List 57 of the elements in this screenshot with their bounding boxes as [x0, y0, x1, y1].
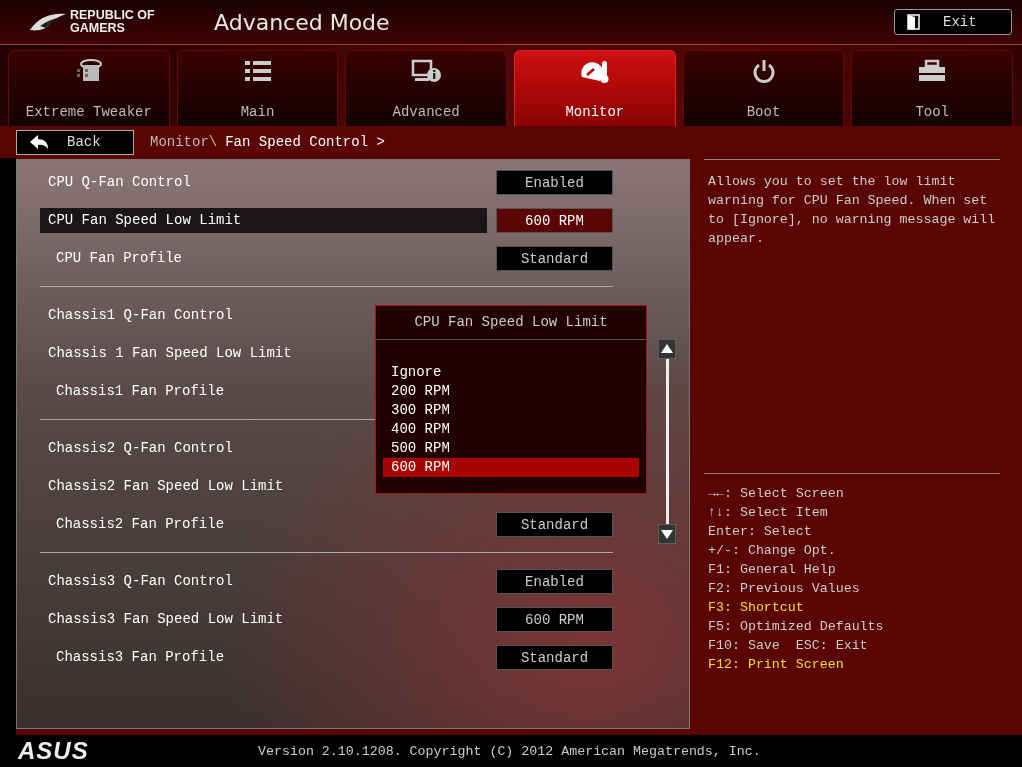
setting-value[interactable]: Enabled — [496, 568, 613, 594]
list-icon — [243, 59, 272, 83]
back-arrow-icon — [29, 134, 49, 150]
popup-option[interactable]: 200 RPM — [383, 382, 639, 401]
setting-value[interactable]: 600 RPM — [496, 606, 613, 632]
back-button[interactable]: Back — [16, 129, 134, 155]
shortcut-hint: F1: General Help — [708, 561, 837, 579]
setting-label[interactable]: CPU Q-Fan Control — [40, 169, 487, 195]
shortcut-hint: F5: Optimized Defaults — [708, 618, 885, 636]
shortcut-hint: F3: Shortcut — [708, 599, 805, 617]
shortcut-hint: F10: Save ESC: Exit — [708, 637, 869, 655]
setting-value[interactable]: Standard — [496, 511, 613, 537]
breadcrumb-current: Fan Speed Control > — [225, 134, 385, 150]
popup-option[interactable]: 400 RPM — [383, 420, 639, 439]
toolbox-icon — [917, 59, 948, 83]
tab[interactable]: Extreme Tweaker — [8, 50, 170, 126]
power-icon — [750, 59, 777, 85]
shortcut-hint: +/-: Change Opt. — [708, 542, 837, 560]
setting-label[interactable]: Chassis2 Fan Profile — [40, 511, 487, 537]
setting-value[interactable]: Standard — [496, 644, 613, 670]
setting-label[interactable]: Chassis3 Fan Speed Low Limit — [40, 606, 487, 632]
setting-label[interactable]: Chassis3 Fan Profile — [40, 644, 487, 670]
shortcut-hint: ↑↓: Select Item — [708, 504, 829, 522]
door-icon — [907, 14, 921, 30]
tab[interactable]: Advanced — [345, 50, 507, 126]
popup-option[interactable]: 300 RPM — [383, 401, 639, 420]
window-title: Advanced Mode — [214, 9, 391, 35]
help-text: Allows you to set the low limit warning for CPU Fan Speed. When set to [Ignore], no warning message will appear. — [704, 159, 1000, 473]
breadcrumb-link[interactable]: Monitor\ — [150, 134, 218, 150]
gauge-thermometer-icon — [579, 59, 610, 85]
setting-label[interactable]: Chassis3 Q-Fan Control — [40, 568, 487, 594]
shortcut-hint: →←: Select Screen — [708, 485, 845, 503]
setting-label[interactable]: CPU Fan Speed Low Limit — [40, 207, 487, 233]
tab[interactable]: Boot — [682, 50, 845, 126]
setting-value[interactable]: 600 RPM — [496, 207, 613, 233]
shortcut-hint: F2: Previous Values — [708, 580, 861, 598]
popup-option[interactable]: 600 RPM — [383, 458, 639, 477]
version-text: Version 2.10.1208. Copyright (C) 2012 American Megatrends, Inc. — [258, 743, 761, 759]
scroll-up-icon[interactable] — [658, 339, 676, 359]
tab[interactable]: Main — [176, 50, 339, 126]
popup-option[interactable]: 500 RPM — [383, 439, 639, 458]
exit-button[interactable]: Exit — [894, 9, 1012, 35]
popup-option[interactable]: Ignore — [383, 363, 639, 382]
setting-value[interactable]: Standard — [496, 245, 613, 271]
shortcut-hint: F12: Print Screen — [708, 656, 845, 674]
monitor-info-icon — [411, 59, 442, 83]
brand-logo-text: ASUS — [18, 737, 90, 765]
tab[interactable]: Tool — [851, 50, 1014, 126]
scroll-down-icon[interactable] — [658, 524, 676, 544]
popup-title: CPU Fan Speed Low Limit — [376, 306, 646, 340]
cpu-cooler-icon — [74, 59, 103, 83]
setting-value[interactable]: Enabled — [496, 169, 613, 195]
tab[interactable]: Monitor — [514, 50, 676, 126]
shortcut-hint: Enter: Select — [708, 523, 813, 541]
scrollbar[interactable] — [657, 339, 677, 544]
setting-label[interactable]: CPU Fan Profile — [40, 245, 487, 271]
brand-logo-text: REPUBLIC OF GAMERS — [70, 9, 156, 35]
